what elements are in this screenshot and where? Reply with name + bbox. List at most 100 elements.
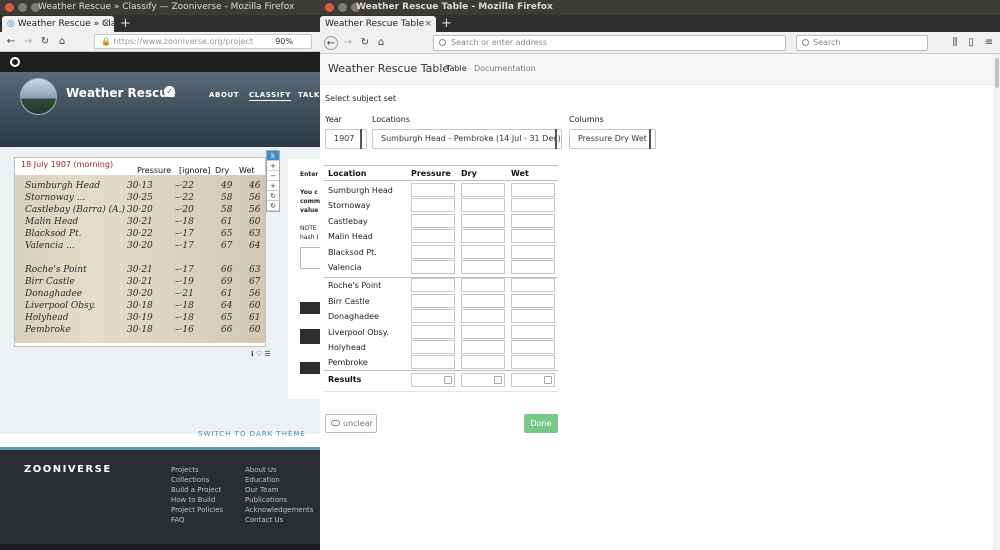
- done-button-left[interactable]: [300, 329, 320, 344]
- nav-classify[interactable]: CLASSIFY: [249, 91, 292, 101]
- footer-link[interactable]: Publications: [245, 496, 287, 504]
- wet-input[interactable]: [511, 355, 555, 369]
- tab-weather-rescue-table[interactable]: Weather Rescue Table ×: [320, 16, 436, 32]
- pressure-input[interactable]: [411, 260, 455, 274]
- dry-input[interactable]: [461, 183, 505, 197]
- close-tab-icon[interactable]: ×: [102, 16, 110, 32]
- close-window-icon[interactable]: [5, 3, 14, 12]
- wet-input[interactable]: [511, 198, 555, 212]
- pressure-input[interactable]: [411, 340, 455, 354]
- close-window-icon[interactable]: [325, 3, 334, 12]
- locations-select[interactable]: Sumburgh Head - Pembroke (14 Jul - 31 De…: [372, 129, 562, 149]
- close-tab-icon[interactable]: ×: [424, 16, 432, 32]
- pressure-input[interactable]: [411, 183, 455, 197]
- dry-input[interactable]: [461, 278, 505, 292]
- new-tab-icon[interactable]: +: [441, 15, 452, 32]
- footer-link[interactable]: Education: [245, 476, 280, 484]
- app-brand[interactable]: Weather Rescue Table: [328, 62, 449, 75]
- reset-icon[interactable]: ↻: [267, 201, 279, 211]
- scrollbar-thumb[interactable]: [995, 58, 999, 88]
- pressure-input[interactable]: [411, 355, 455, 369]
- result-dry-cell[interactable]: [461, 373, 505, 387]
- footer-link[interactable]: Build a Project: [171, 486, 221, 494]
- reload-icon[interactable]: ↻: [38, 35, 52, 49]
- copy-icon[interactable]: [494, 376, 502, 384]
- minimize-window-icon[interactable]: [338, 3, 347, 12]
- pressure-input[interactable]: [411, 229, 455, 243]
- new-tab-icon[interactable]: +: [120, 15, 131, 32]
- wet-input[interactable]: [511, 229, 555, 243]
- footer-link[interactable]: Project Policies: [171, 506, 223, 514]
- favorite-icon[interactable]: ♡: [256, 350, 262, 358]
- tab-weather-rescue-classify[interactable]: ◎ Weather Rescue » Classi×: [2, 16, 114, 32]
- pressure-input[interactable]: [411, 198, 455, 212]
- address-bar[interactable]: Search or enter address: [433, 35, 786, 51]
- dark-theme-toggle[interactable]: SWITCH TO DARK THEME: [198, 430, 306, 438]
- dry-input[interactable]: [461, 309, 505, 323]
- wet-input[interactable]: [511, 260, 555, 274]
- home-icon[interactable]: ⌂: [374, 36, 388, 50]
- pressure-input[interactable]: [411, 278, 455, 292]
- sidebar-icon[interactable]: ▯: [964, 36, 978, 50]
- task-input[interactable]: [300, 247, 320, 269]
- nav-talk[interactable]: TALK: [298, 91, 320, 99]
- search-box[interactable]: Search: [796, 35, 928, 51]
- result-wet-cell[interactable]: [511, 373, 555, 387]
- forward-icon[interactable]: →: [21, 35, 35, 49]
- collect-icon[interactable]: ☰: [264, 350, 270, 358]
- zoom-level[interactable]: 90%: [275, 35, 293, 48]
- dry-input[interactable]: [461, 245, 505, 259]
- unclear-button[interactable]: unclear: [325, 414, 377, 433]
- show-button[interactable]: [300, 362, 320, 374]
- zoom-in-icon-2[interactable]: +: [267, 181, 279, 191]
- done-button[interactable]: Done: [524, 414, 558, 433]
- pressure-input[interactable]: [411, 294, 455, 308]
- footer-link[interactable]: Collections: [171, 476, 209, 484]
- task-button[interactable]: [300, 302, 320, 314]
- zoom-out-icon[interactable]: −: [267, 171, 279, 181]
- footer-link[interactable]: Projects: [171, 466, 199, 474]
- nav-table[interactable]: Table: [446, 64, 467, 73]
- pointer-tool-icon[interactable]: k: [267, 151, 279, 161]
- dry-input[interactable]: [461, 214, 505, 228]
- project-title[interactable]: Weather Rescue: [66, 86, 176, 100]
- scrollbar[interactable]: [993, 54, 1000, 550]
- wet-input[interactable]: [511, 309, 555, 323]
- pressure-input[interactable]: [411, 309, 455, 323]
- dry-input[interactable]: [461, 355, 505, 369]
- dry-input[interactable]: [461, 340, 505, 354]
- rotate-icon[interactable]: ↻: [267, 191, 279, 201]
- dry-input[interactable]: [461, 198, 505, 212]
- minimize-window-icon[interactable]: [18, 3, 27, 12]
- wet-input[interactable]: [511, 325, 555, 339]
- dry-input[interactable]: [461, 229, 505, 243]
- wet-input[interactable]: [511, 294, 555, 308]
- wet-input[interactable]: [511, 214, 555, 228]
- wet-input[interactable]: [511, 245, 555, 259]
- reload-icon[interactable]: ↻: [358, 36, 372, 50]
- footer-link[interactable]: Acknowledgements: [245, 506, 313, 514]
- dry-input[interactable]: [461, 325, 505, 339]
- back-icon[interactable]: ←: [324, 36, 338, 50]
- footer-link[interactable]: Our Team: [245, 486, 279, 494]
- nav-about[interactable]: ABOUT: [209, 91, 239, 99]
- dry-input[interactable]: [461, 260, 505, 274]
- subject-image[interactable]: 18 July 1907 (morning) Pressure [ignore]…: [14, 157, 266, 347]
- footer-link[interactable]: About Us: [245, 466, 277, 474]
- footer-link[interactable]: Contact Us: [245, 516, 283, 524]
- copy-icon[interactable]: [544, 376, 552, 384]
- left-url-bar[interactable]: 🔒 https://www.zooniverse.org/project 90%: [94, 34, 312, 49]
- wet-input[interactable]: [511, 340, 555, 354]
- footer-link[interactable]: How to Build: [171, 496, 215, 504]
- library-icon[interactable]: ⫼: [948, 36, 962, 50]
- wet-input[interactable]: [511, 183, 555, 197]
- footer-logo[interactable]: ZOONIVERSE: [24, 464, 112, 475]
- nav-documentation[interactable]: Documentation: [474, 64, 536, 73]
- pressure-input[interactable]: [411, 325, 455, 339]
- pressure-input[interactable]: [411, 245, 455, 259]
- menu-icon[interactable]: ≡: [982, 36, 996, 50]
- year-select[interactable]: 1907: [325, 129, 367, 149]
- forward-icon[interactable]: →: [341, 36, 355, 50]
- info-icon[interactable]: ℹ: [251, 350, 254, 358]
- copy-icon[interactable]: [444, 376, 452, 384]
